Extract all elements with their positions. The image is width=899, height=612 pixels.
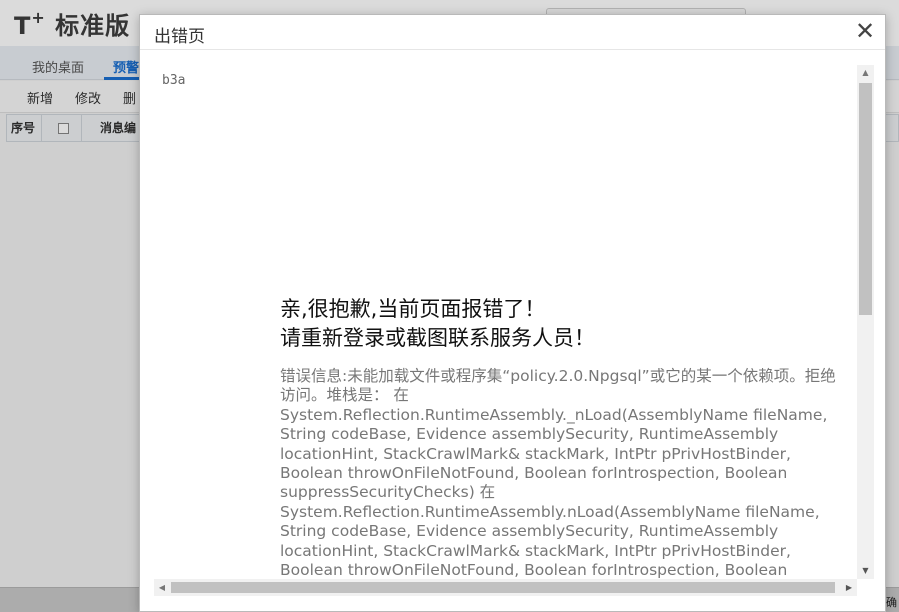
close-icon[interactable]: ✕ xyxy=(852,19,878,45)
vertical-scrollbar[interactable]: ▲ ▼ xyxy=(857,65,874,579)
error-headline-line1: 亲,很抱歉,当前页面报错了！ xyxy=(280,297,546,321)
error-detail: 错误信息:未能加载文件或程序集“policy.2.0.Npgsql”或它的某一个… xyxy=(280,367,836,593)
dialog-title: 出错页 xyxy=(154,27,205,47)
error-dialog: 出错页 ✕ b3a 亲,很抱歉,当前页面报错了！ 请重新登录或截图联系服务人员！… xyxy=(139,14,886,612)
error-headline: 亲,很抱歉,当前页面报错了！ 请重新登录或截图联系服务人员！ xyxy=(280,295,870,353)
horizontal-scrollbar[interactable]: ◀ ▶ xyxy=(154,579,857,596)
dialog-titlebar: 出错页 ✕ xyxy=(140,15,885,50)
scroll-down-icon[interactable]: ▼ xyxy=(857,563,874,579)
error-headline-line2: 请重新登录或截图联系服务人员！ xyxy=(280,326,595,350)
error-code: b3a xyxy=(162,73,186,88)
scroll-left-icon[interactable]: ◀ xyxy=(154,579,170,596)
scroll-up-icon[interactable]: ▲ xyxy=(857,65,874,81)
scroll-right-icon[interactable]: ▶ xyxy=(841,579,857,596)
vertical-scroll-thumb[interactable] xyxy=(859,83,872,315)
error-content: b3a 亲,很抱歉,当前页面报错了！ 请重新登录或截图联系服务人员！ 错误信息:… xyxy=(154,65,874,593)
horizontal-scroll-thumb[interactable] xyxy=(171,582,835,593)
